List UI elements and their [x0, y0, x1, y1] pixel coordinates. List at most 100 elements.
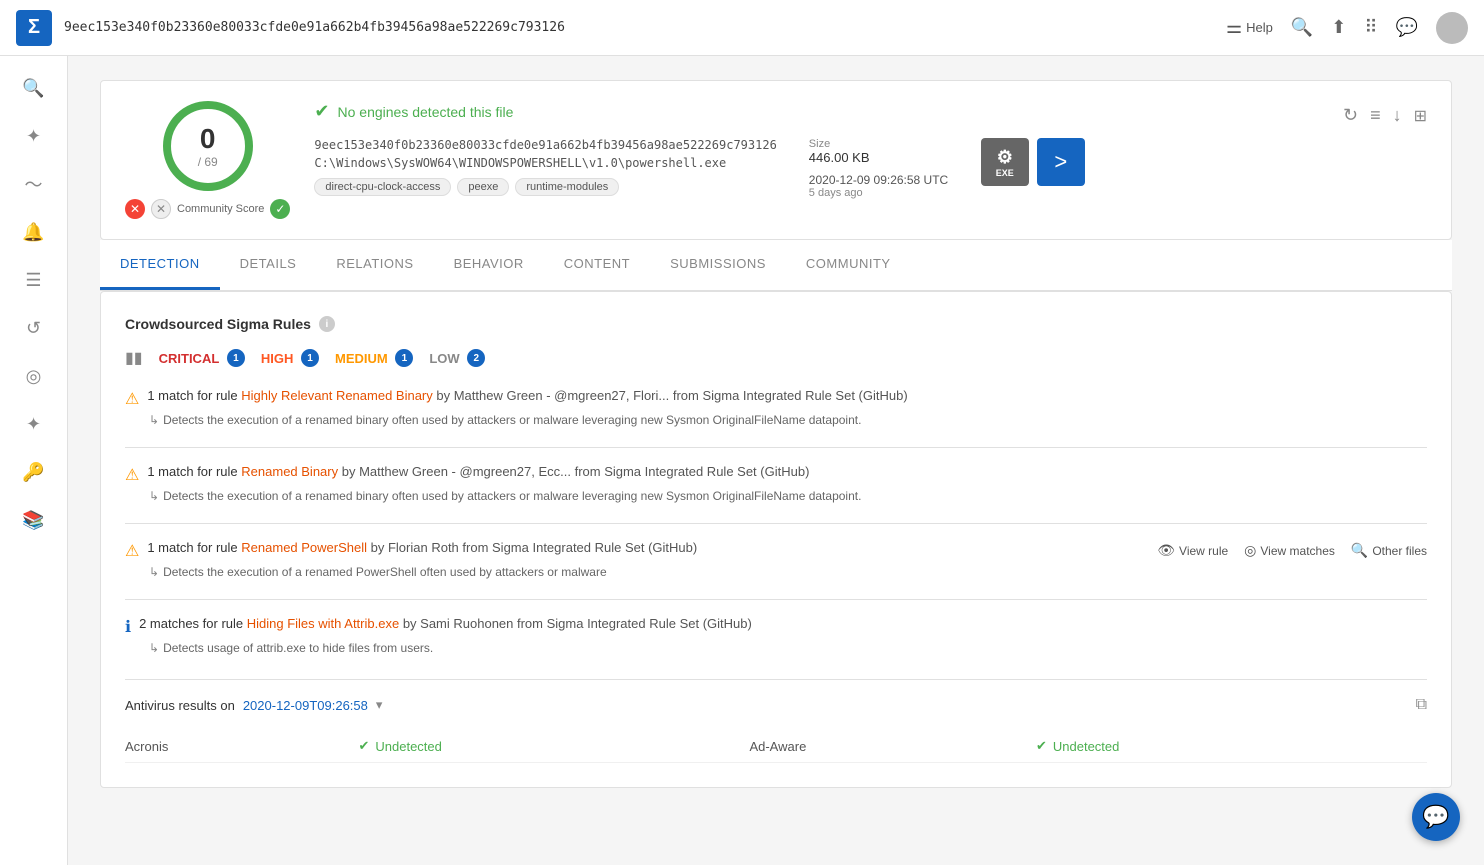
date-utc: 2020-12-09 09:26:58 UTC [809, 173, 949, 187]
rule-3-header-row: ⚠ 1 match for rule Renamed PowerShell by… [125, 540, 1427, 561]
rule-4-header: ℹ 2 matches for rule Hiding Files with A… [125, 616, 1427, 637]
tag-peexe[interactable]: peexe [457, 178, 509, 196]
rule-2-link[interactable]: Renamed Binary [241, 464, 338, 479]
apps-icon[interactable]: ⠿ [1364, 17, 1377, 38]
rule-3-header: ⚠ 1 match for rule Renamed PowerShell by… [125, 540, 1157, 561]
badge-x-grey: ✕ [151, 199, 171, 219]
file-tags: direct-cpu-clock-access peexe runtime-mo… [314, 178, 776, 196]
help-button[interactable]: ⚌ Help [1226, 17, 1273, 38]
badge-x-red: ✕ [125, 199, 145, 219]
severity-medium[interactable]: MEDIUM 1 [335, 349, 413, 367]
badge-check: ✓ [270, 199, 290, 219]
rule-1-header-row: ⚠ 1 match for rule Highly Relevant Renam… [125, 388, 1427, 409]
file-path-display: C:\Windows\SysWOW64\WINDOWSPOWERSHELL\v1… [314, 156, 776, 170]
topbar: Σ 9eec153e340f0b23360e80033cfde0e91a662b… [0, 0, 1484, 56]
sigma-section-title: Crowdsourced Sigma Rules i [125, 316, 1427, 332]
warning-icon-3: ⚠ [125, 541, 139, 561]
warning-icon-1: ⚠ [125, 389, 139, 409]
sigma-info-icon[interactable]: i [319, 316, 335, 332]
rule-item-2: ⚠ 1 match for rule Renamed Binary by Mat… [125, 464, 1427, 503]
file-hash-display: 9eec153e340f0b23360e80033cfde0e91a662b4f… [314, 138, 776, 152]
chat-icon[interactable]: 💬 [1396, 17, 1418, 38]
date-ago: 5 days ago [809, 187, 949, 199]
sidebar-item-history[interactable]: ↺ [14, 308, 54, 348]
av-check-icon-1: ✔ [358, 738, 369, 754]
rule-item-4: ℹ 2 matches for rule Hiding Files with A… [125, 616, 1427, 655]
severity-low[interactable]: LOW 2 [429, 349, 485, 367]
sidebar-item-alerts[interactable]: 🔔 [14, 212, 54, 252]
filter-action-icon[interactable]: ≡ [1370, 105, 1381, 126]
view-rule-button[interactable]: 👁 View rule [1157, 542, 1228, 559]
date-block: 2020-12-09 09:26:58 UTC 5 days ago [809, 173, 949, 199]
sidebar-item-key[interactable]: 🔑 [14, 452, 54, 492]
topbar-actions: ⚌ Help 🔍 ⬆ ⠿ 💬 [1226, 12, 1468, 44]
sidebar-item-toggle[interactable]: ◎ [14, 356, 54, 396]
critical-num-badge: 1 [227, 349, 245, 367]
size-label: Size [809, 138, 949, 150]
share-icon[interactable]: ⊞ [1414, 106, 1427, 126]
av-check-icon-2: ✔ [1036, 738, 1047, 754]
sidebar-item-search[interactable]: 🔍 [14, 68, 54, 108]
download-icon[interactable]: ↓ [1393, 105, 1402, 126]
tab-details[interactable]: DETAILS [220, 240, 317, 290]
rule-1-link[interactable]: Highly Relevant Renamed Binary [241, 388, 432, 403]
file-type-icons: ⚙ EXE > [981, 138, 1085, 186]
exe-icon: ⚙ EXE [981, 138, 1029, 186]
av-engine-1: Acronis [125, 730, 358, 763]
chat-bubble-icon: 💬 [1422, 804, 1449, 830]
av-divider [125, 679, 1427, 680]
tab-content[interactable]: CONTENT [544, 240, 650, 290]
detection-content: Crowdsourced Sigma Rules i ▮▮ CRITICAL 1… [100, 291, 1452, 788]
severity-row: ▮▮ CRITICAL 1 HIGH 1 MEDIUM 1 LOW 2 [125, 348, 1427, 368]
sidebar-item-books[interactable]: 📚 [14, 500, 54, 540]
rule-2-desc: ↳ Detects the execution of a renamed bin… [149, 489, 1427, 503]
rule-4-link[interactable]: Hiding Files with Attrib.exe [247, 616, 399, 631]
sidebar-item-graph[interactable]: 〜 [14, 164, 54, 204]
tag-direct-cpu[interactable]: direct-cpu-clock-access [314, 178, 451, 196]
sidebar-item-drone[interactable]: ✦ [14, 404, 54, 444]
refresh-icon[interactable]: ↻ [1343, 105, 1358, 126]
file-hash-path: 9eec153e340f0b23360e80033cfde0e91a662b4f… [314, 138, 776, 196]
avatar[interactable] [1436, 12, 1468, 44]
chart-icon: ▮▮ [125, 348, 143, 368]
av-date-link[interactable]: 2020-12-09T09:26:58 [243, 698, 368, 713]
rule-3-actions: 👁 View rule ◎ View matches 🔍 Other files [1157, 540, 1427, 559]
info-icon-4: ℹ [125, 617, 131, 637]
av-copy-icon[interactable]: ⧉ [1416, 696, 1427, 714]
tag-runtime[interactable]: runtime-modules [515, 178, 619, 196]
tab-behavior[interactable]: BEHAVIOR [434, 240, 544, 290]
view-matches-icon: ◎ [1244, 542, 1256, 559]
rule-1-text: 1 match for rule Highly Relevant Renamed… [147, 388, 907, 403]
av-table-row: Acronis ✔ Undetected Ad-Aware ✔ Undetect [125, 730, 1427, 763]
tab-community[interactable]: COMMUNITY [786, 240, 911, 290]
gauge-total: / 69 [198, 155, 218, 169]
divider-1 [125, 447, 1427, 448]
no-engines-banner: ✔ No engines detected this file [314, 101, 1084, 122]
rule-4-desc: ↳ Detects usage of attrib.exe to hide fi… [149, 641, 1427, 655]
tab-relations[interactable]: RELATIONS [316, 240, 433, 290]
sidebar-item-list[interactable]: ☰ [14, 260, 54, 300]
main-content: 0 / 69 ✕ ✕ Community Score ✓ ✔ [68, 56, 1484, 865]
tab-submissions[interactable]: SUBMISSIONS [650, 240, 786, 290]
gauge-circle: 0 / 69 [163, 101, 253, 191]
rule-2-text: 1 match for rule Renamed Binary by Matth… [147, 464, 809, 479]
rule-2-header-row: ⚠ 1 match for rule Renamed Binary by Mat… [125, 464, 1427, 485]
search-icon[interactable]: 🔍 [1291, 17, 1313, 38]
chat-bubble-button[interactable]: 💬 [1412, 793, 1460, 841]
rule-3-desc: ↳ Detects the execution of a renamed Pow… [149, 565, 1427, 579]
view-matches-button[interactable]: ◎ View matches [1244, 542, 1335, 559]
sidebar-item-intel[interactable]: ✦ [14, 116, 54, 156]
other-files-button[interactable]: 🔍 Other files [1351, 542, 1427, 559]
check-circle-icon: ✔ [314, 101, 329, 122]
av-dropdown-icon[interactable]: ▾ [376, 697, 383, 713]
rule-3-link[interactable]: Renamed PowerShell [241, 540, 367, 555]
main-layout: 🔍 ✦ 〜 🔔 ☰ ↺ ◎ ✦ 🔑 📚 0 / 69 [0, 56, 1484, 865]
warning-icon-2: ⚠ [125, 465, 139, 485]
tab-detection[interactable]: DETECTION [100, 240, 220, 290]
logo-icon[interactable]: Σ [16, 10, 52, 46]
upload-icon[interactable]: ⬆ [1331, 17, 1346, 38]
size-block: Size 446.00 KB [809, 138, 949, 165]
av-title: Antivirus results on 2020-12-09T09:26:58… [125, 696, 1427, 714]
severity-high[interactable]: HIGH 1 [261, 349, 319, 367]
severity-critical[interactable]: CRITICAL 1 [159, 349, 245, 367]
